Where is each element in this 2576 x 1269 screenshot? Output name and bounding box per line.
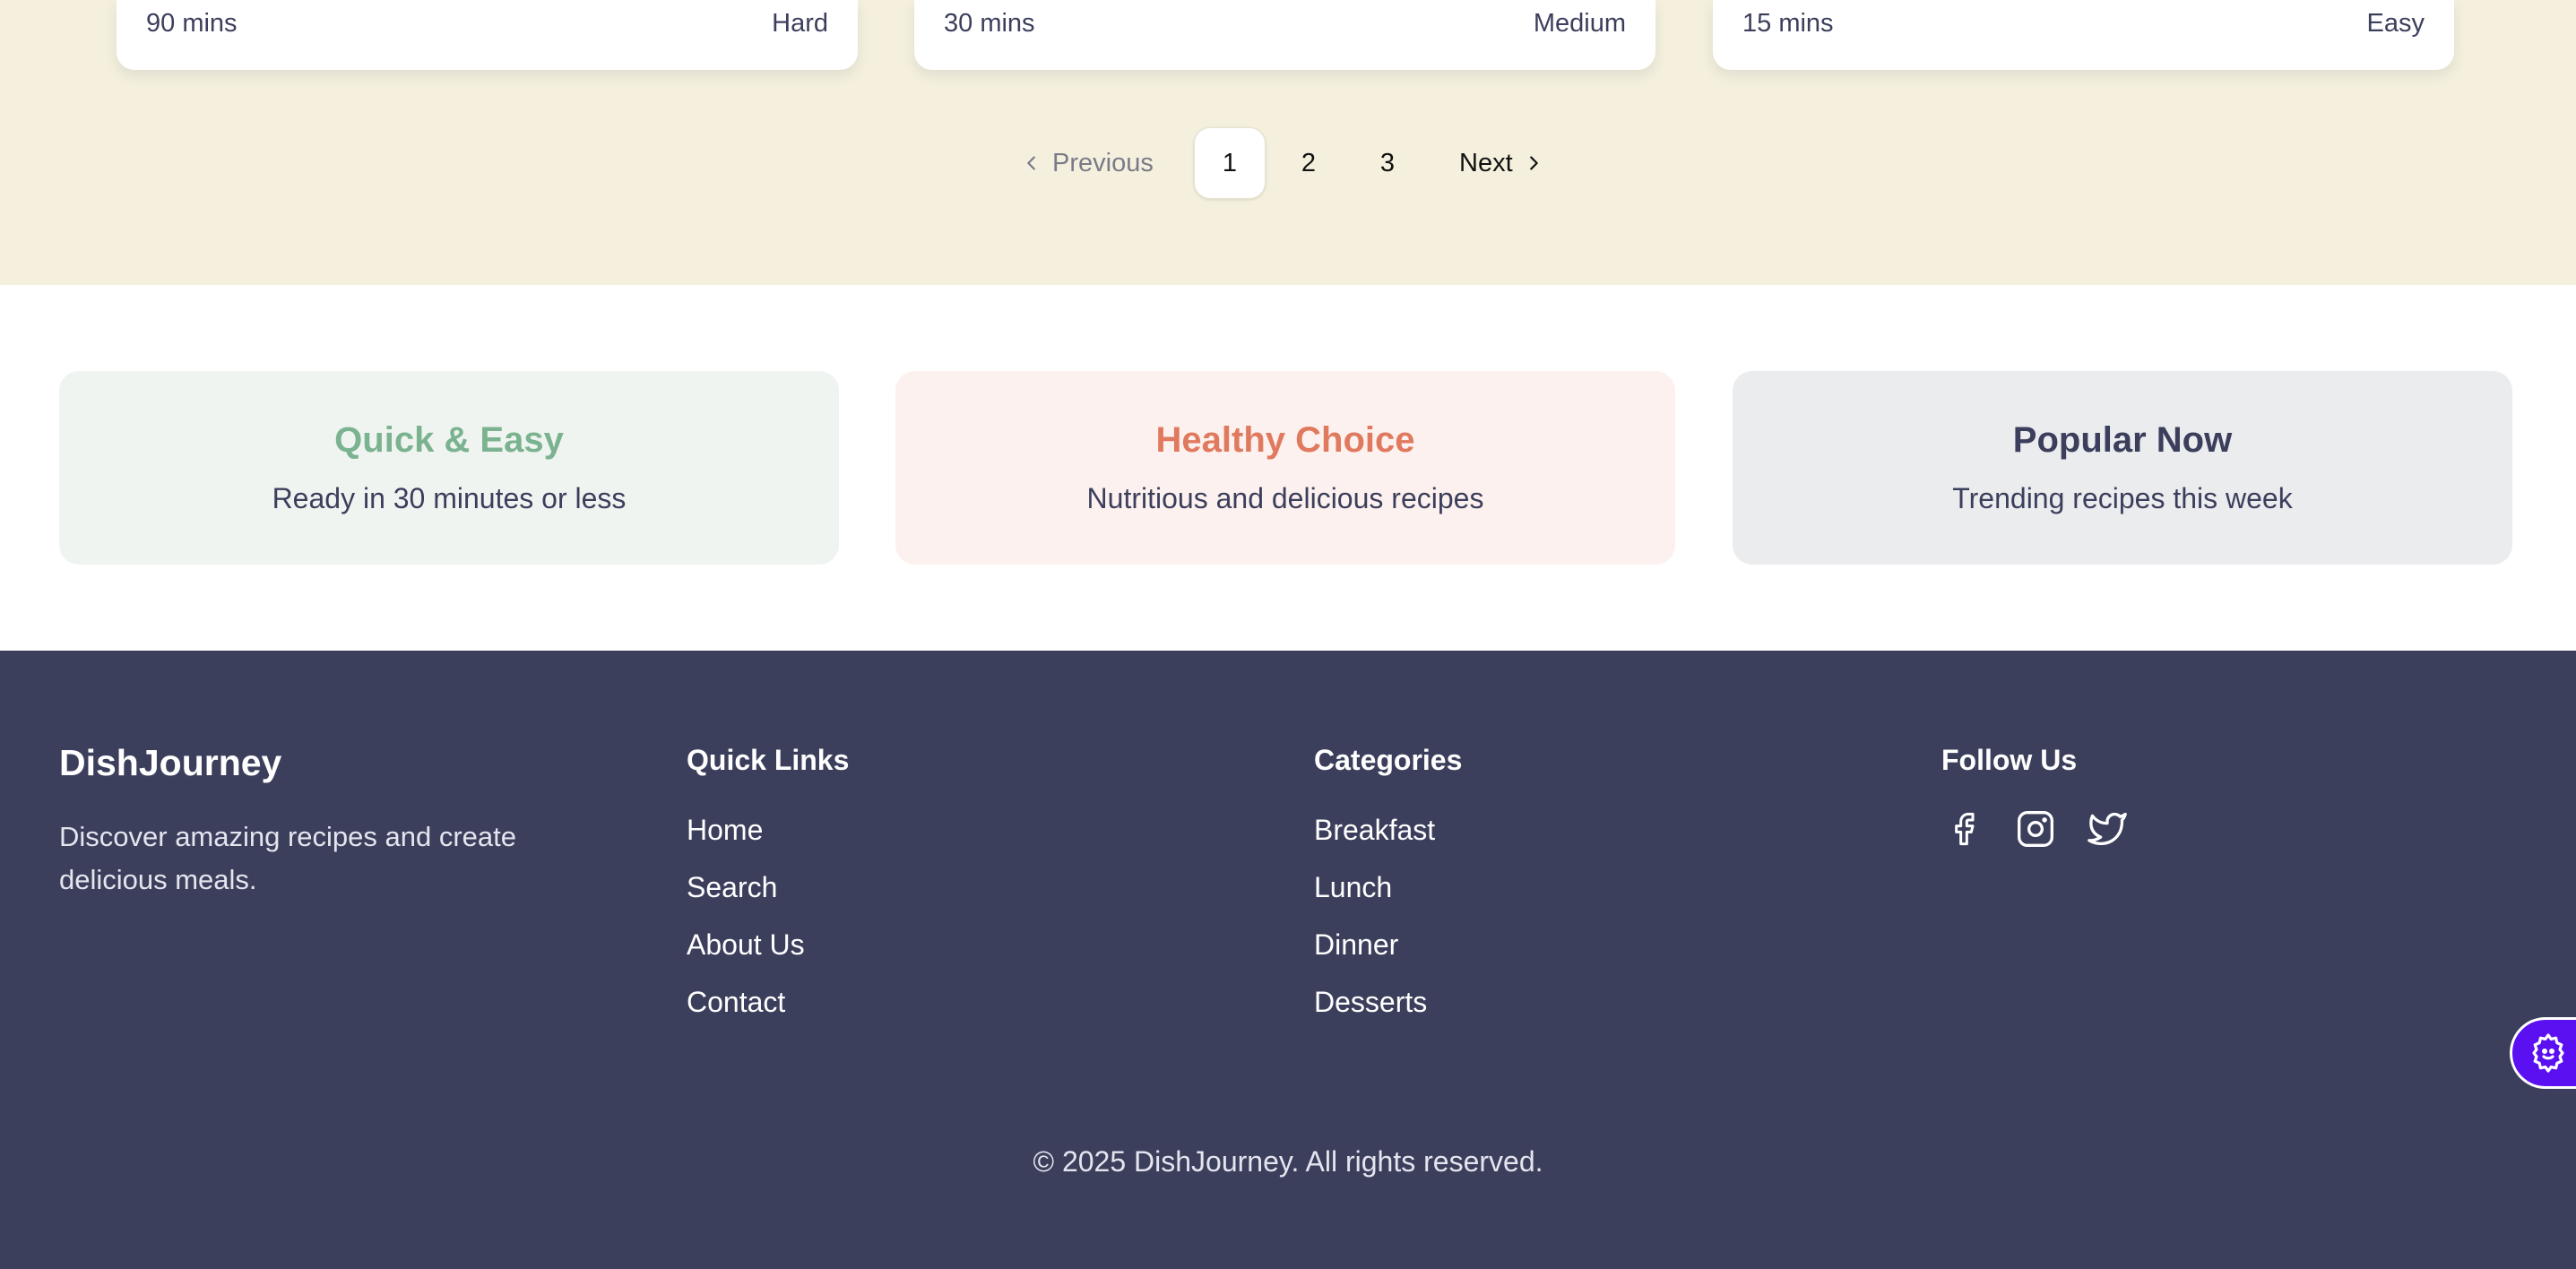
categories-heading: Categories — [1314, 744, 1463, 776]
feature-card-healthy-choice: Healthy Choice Nutritious and delicious … — [895, 371, 1675, 565]
feature-title: Popular Now — [2012, 420, 2233, 460]
twitter-icon[interactable] — [2085, 807, 2130, 851]
feature-title: Quick & Easy — [334, 420, 564, 460]
accessibility-settings-button[interactable] — [2510, 1017, 2576, 1089]
recipe-difficulty: Medium — [1533, 9, 1626, 38]
footer-link-contact[interactable]: Contact — [687, 984, 849, 1020]
page-button-1[interactable]: 1 — [1194, 127, 1266, 199]
pagination: Previous 1 2 3 Next — [0, 127, 2576, 199]
recipe-card-meta: 15 mins Easy — [1742, 7, 2425, 39]
feature-subtitle: Ready in 30 minutes or less — [272, 482, 627, 514]
features-section: Quick & Easy Ready in 30 minutes or less… — [0, 285, 2576, 651]
feature-subtitle: Trending recipes this week — [1952, 482, 2293, 514]
quick-links-heading: Quick Links — [687, 744, 850, 776]
footer-link-lunch[interactable]: Lunch — [1314, 869, 1462, 905]
recipe-card-meta: 90 mins Hard — [146, 7, 828, 39]
feature-subtitle: Nutritious and delicious recipes — [1086, 482, 1484, 514]
gear-icon — [2532, 1033, 2564, 1073]
recipe-time: 90 mins — [146, 9, 238, 38]
chevron-right-icon — [1529, 156, 1538, 170]
footer-link-breakfast[interactable]: Breakfast — [1314, 812, 1462, 848]
feature-card-quick-easy: Quick & Easy Ready in 30 minutes or less — [59, 371, 839, 565]
footer-link-desserts[interactable]: Desserts — [1314, 984, 1462, 1020]
categories-column: Categories Breakfast Lunch Dinner Desser… — [1314, 742, 1462, 1041]
feature-card-popular-now: Popular Now Trending recipes this week — [1733, 371, 2512, 565]
instagram-icon[interactable] — [2013, 807, 2058, 851]
recipe-card-meta: 30 mins Medium — [944, 7, 1626, 39]
chevron-left-icon — [1027, 156, 1035, 170]
next-label: Next — [1459, 148, 1513, 177]
footer-link-about-us[interactable]: About Us — [687, 927, 849, 963]
footer-link-home[interactable]: Home — [687, 812, 849, 848]
recipe-cards-section: 90 mins Hard 30 mins Medium 15 mins Easy… — [0, 0, 2576, 285]
footer-link-search[interactable]: Search — [687, 869, 849, 905]
previous-page-button[interactable]: Previous — [1022, 127, 1165, 199]
recipe-time: 15 mins — [1742, 9, 1834, 38]
recipe-card[interactable]: 30 mins Medium — [914, 0, 1655, 70]
social-icons — [1941, 807, 2130, 851]
site-footer: DishJourney Discover amazing recipes and… — [0, 651, 2576, 1269]
previous-label: Previous — [1052, 148, 1154, 177]
recipe-time: 30 mins — [944, 9, 1035, 38]
footer-link-dinner[interactable]: Dinner — [1314, 927, 1462, 963]
follow-us-heading: Follow Us — [1941, 744, 2078, 776]
recipe-difficulty: Hard — [772, 9, 828, 38]
quick-links-column: Quick Links Home Search About Us Contact — [687, 742, 849, 1041]
recipe-card[interactable]: 15 mins Easy — [1713, 0, 2454, 70]
copyright-text: © 2025 DishJourney. All rights reserved. — [1033, 1145, 1543, 1178]
facebook-icon[interactable] — [1941, 807, 1986, 851]
feature-title: Healthy Choice — [1155, 420, 1415, 460]
footer-brand: DishJourney — [59, 742, 282, 783]
page-button-3[interactable]: 3 — [1352, 127, 1423, 199]
page-button-2[interactable]: 2 — [1273, 127, 1344, 199]
footer-tagline: Discover amazing recipes and create deli… — [59, 821, 517, 895]
next-page-button[interactable]: Next — [1459, 127, 1558, 199]
recipe-card[interactable]: 90 mins Hard — [117, 0, 858, 70]
follow-us-column: Follow Us — [1941, 742, 2130, 851]
recipe-difficulty: Easy — [2366, 9, 2425, 38]
